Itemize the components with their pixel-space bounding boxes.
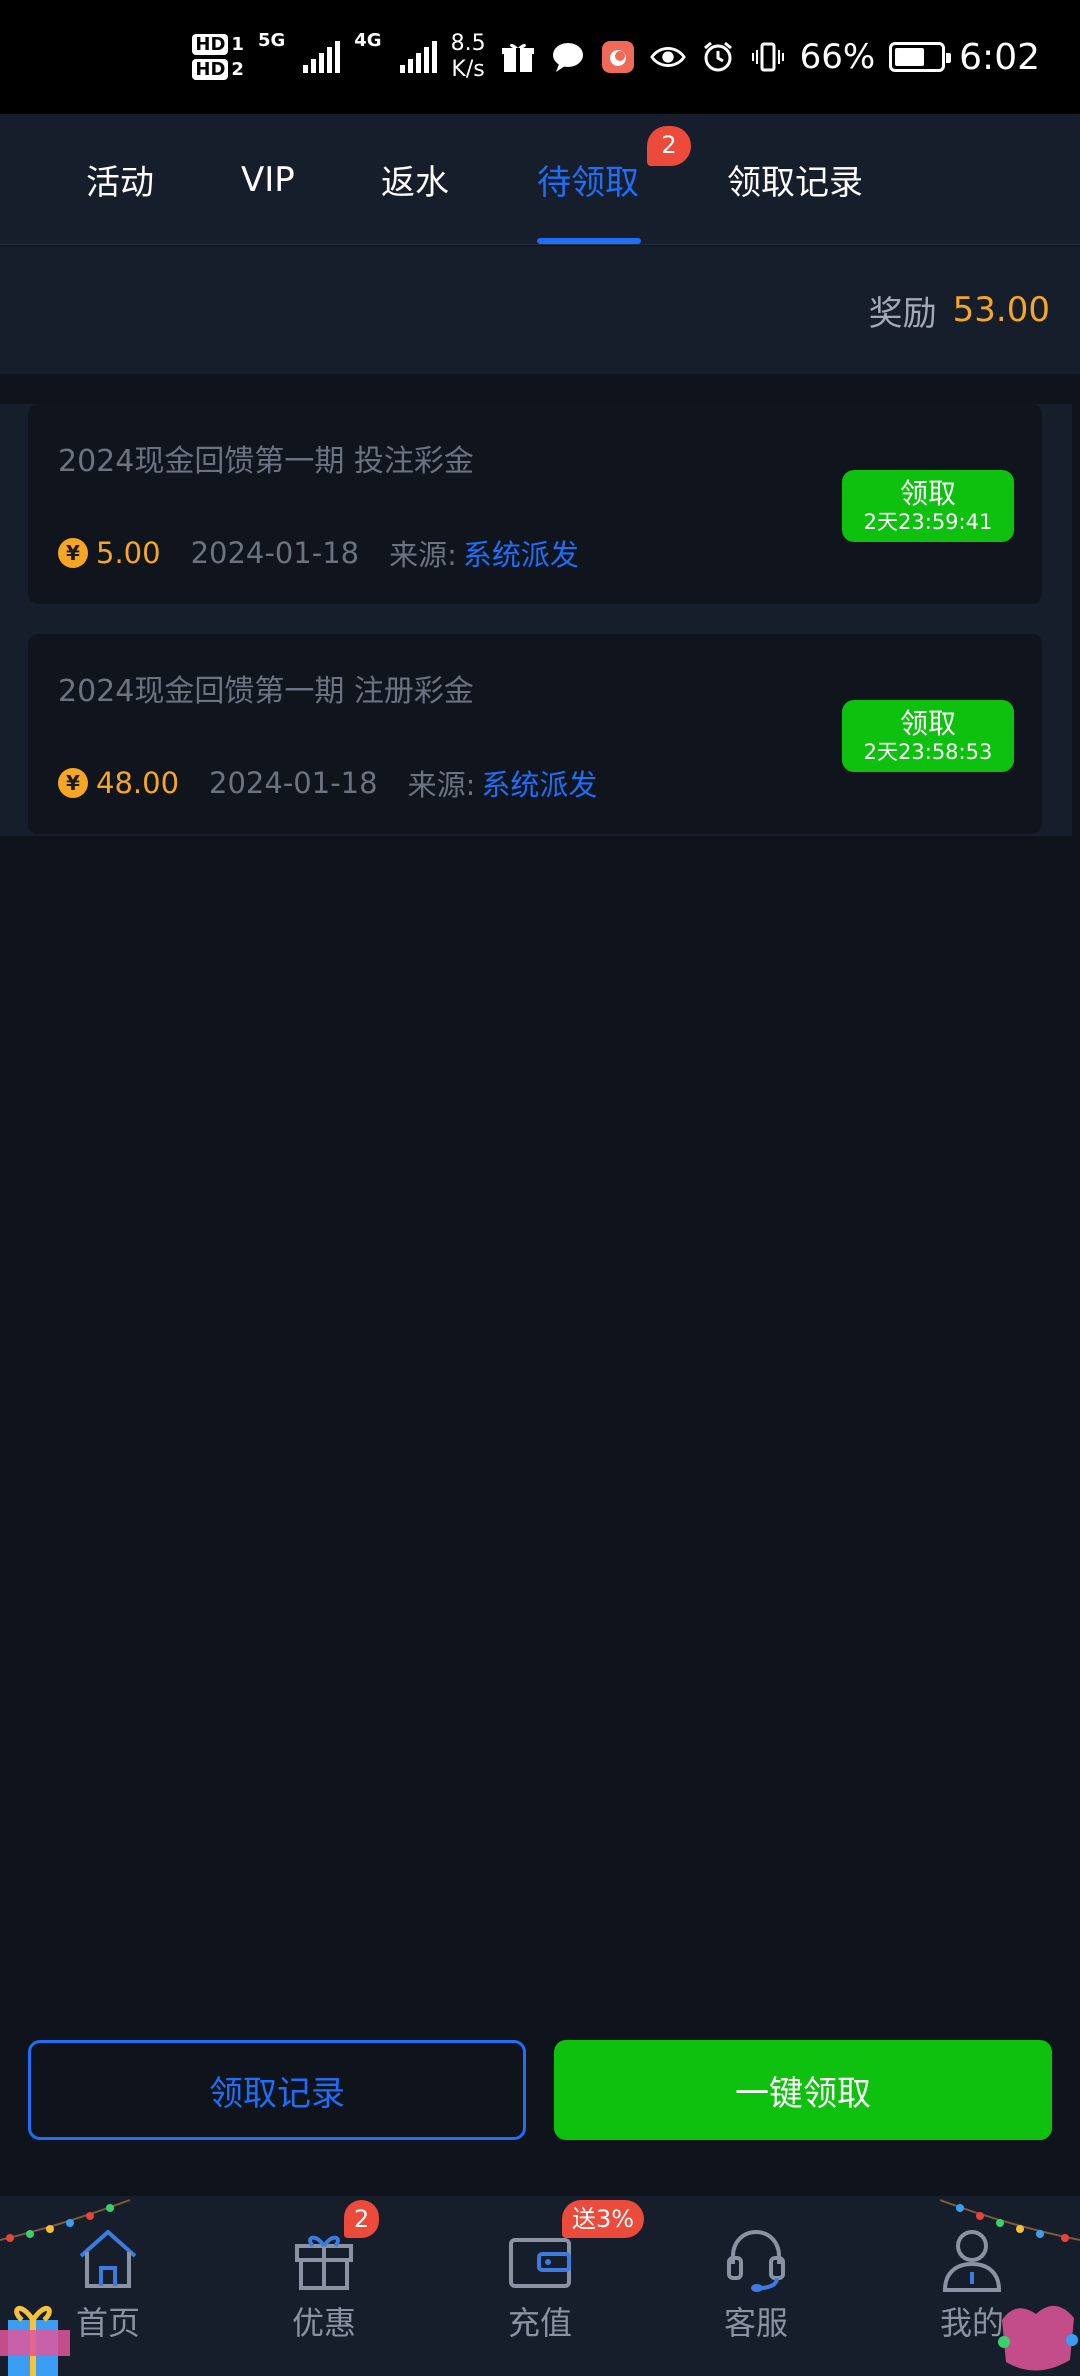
- reward-title: 2024现金回馈第一期 注册彩金: [58, 674, 474, 709]
- eye-icon: [649, 39, 686, 75]
- promotions-badge: 2: [344, 2200, 380, 2238]
- reward-label: 奖励: [868, 293, 937, 334]
- new-year-2024-sticker: [0, 2306, 70, 2376]
- reward-title: 2024现金回馈第一期 投注彩金: [58, 444, 474, 479]
- hd1-label: HD: [192, 34, 229, 55]
- app-notification-icon: [600, 39, 636, 75]
- source-label: 来源:: [407, 768, 476, 802]
- clock: 6:02: [959, 36, 1040, 78]
- reward-list: 2024现金回馈第一期 投注彩金 ¥ 5.00 2024-01-18 来源: 系…: [0, 404, 1072, 836]
- headset-icon: [727, 2229, 785, 2292]
- nav-support[interactable]: 客服: [648, 2196, 864, 2376]
- claim-button[interactable]: 领取 2天23:59:41: [842, 470, 1014, 542]
- alarm-icon: [700, 39, 736, 75]
- signal-icon-2: [399, 41, 437, 73]
- nav-promotions[interactable]: 优惠: [216, 2196, 432, 2376]
- reward-total: 53.00: [952, 290, 1050, 330]
- nav-label: 我的: [939, 2304, 1004, 2342]
- message-icon: [550, 39, 586, 75]
- network-speed: 8.5 K/s: [451, 31, 486, 83]
- vibrate-icon: [750, 39, 786, 75]
- reward-amount: 48.00: [96, 766, 180, 800]
- happy-new-year-sticker: [998, 2305, 1078, 2371]
- net-type-2: 4G: [354, 30, 382, 51]
- source-label: 来源:: [389, 538, 457, 572]
- coin-icon: ¥: [58, 768, 88, 798]
- bottom-nav: 首页 优惠 2 充值 送3% 客服 我的: [0, 2196, 1080, 2376]
- active-tab-indicator: [537, 238, 641, 244]
- tab-label: 活动: [86, 163, 154, 203]
- hd2-sub: 2: [231, 59, 244, 80]
- coin-icon: ¥: [58, 538, 88, 568]
- tab-rebate[interactable]: 返水: [381, 114, 449, 245]
- reward-date: 2024-01-18: [209, 766, 378, 800]
- reward-meta: ¥ 5.00 2024-01-18 来源: 系统派发: [58, 532, 579, 574]
- hd-indicator: HD 1 HD 2: [192, 34, 244, 80]
- reward-date: 2024-01-18: [190, 536, 360, 570]
- claim-button[interactable]: 领取 2天23:58:53: [842, 700, 1014, 772]
- tab-vip[interactable]: VIP: [241, 114, 295, 245]
- claim-label: 领取: [899, 477, 956, 510]
- speed-value: 8.5: [450, 31, 486, 56]
- reward-card: 2024现金回馈第一期 投注彩金 ¥ 5.00 2024-01-18 来源: 系…: [28, 404, 1042, 604]
- gift-notification-icon: [500, 39, 536, 75]
- net-type-1: 5G: [257, 30, 286, 51]
- pending-count-badge: 2: [647, 126, 691, 166]
- claim-countdown: 2天23:59:41: [863, 510, 993, 534]
- tab-activity[interactable]: 活动: [86, 114, 154, 245]
- nav-label: 客服: [723, 2304, 788, 2342]
- tab-bar: 活动 VIP 返水 待领取 2 领取记录: [0, 114, 1080, 245]
- source-value: 系统派发: [481, 768, 598, 802]
- tab-label: 领取记录: [727, 163, 863, 203]
- claim-records-button[interactable]: 领取记录: [28, 2040, 526, 2140]
- hd1-sub: 1: [231, 34, 244, 55]
- tab-records[interactable]: 领取记录: [727, 114, 863, 245]
- battery-percent: 66%: [799, 37, 876, 77]
- claim-all-button[interactable]: 一键领取: [554, 2040, 1052, 2140]
- deposit-bonus-badge: 送3%: [562, 2200, 645, 2238]
- speed-unit: K/s: [451, 57, 485, 82]
- tab-pending[interactable]: 待领取: [537, 114, 639, 245]
- home-icon: [79, 2230, 137, 2288]
- reward-card: 2024现金回馈第一期 注册彩金 ¥ 48.00 2024-01-18 来源: …: [28, 634, 1042, 834]
- source-value: 系统派发: [462, 538, 579, 572]
- status-bar: HD 1 HD 2 5G 4G 8.5 K/s 66% 6:02: [0, 0, 1080, 114]
- tab-label: VIP: [241, 159, 295, 200]
- signal-icon: [303, 41, 341, 73]
- nav-label: 首页: [75, 2304, 140, 2342]
- nav-label: 优惠: [291, 2304, 356, 2342]
- nav-label: 充值: [507, 2304, 572, 2342]
- tab-label: 返水: [381, 163, 449, 203]
- reward-amount: 5.00: [96, 536, 161, 570]
- claim-countdown: 2天23:58:53: [863, 740, 993, 764]
- battery-icon: [889, 42, 952, 72]
- reward-summary: 奖励 53.00: [0, 246, 1080, 374]
- tab-label: 待领取: [537, 163, 639, 203]
- hd2-label: HD: [192, 59, 229, 80]
- claim-label: 领取: [899, 707, 956, 740]
- user-icon: [942, 2230, 1002, 2292]
- reward-meta: ¥ 48.00 2024-01-18 来源: 系统派发: [58, 762, 597, 804]
